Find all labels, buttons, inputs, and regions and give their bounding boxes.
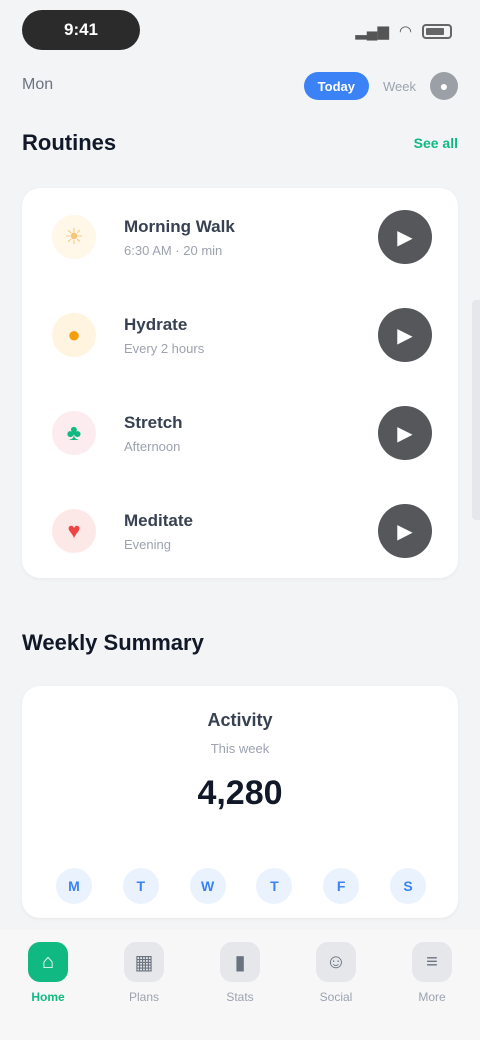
routines-list: ☀ Morning Walk 6:30 AM · 20 min ▶ ● Hydr…	[22, 188, 458, 578]
chart-icon: ▮	[220, 942, 260, 982]
summary-card[interactable]: Activity This week 4,280 M T W T F S	[22, 686, 458, 918]
routines-title: Routines	[22, 130, 117, 155]
tab-plans[interactable]: ▦ Plans	[102, 942, 186, 1040]
tab-bar: ⌂ Home ▦ Plans ▮ Stats ☺ Social ≡ More	[0, 930, 480, 1040]
routines-see-all-link[interactable]: See all	[414, 135, 458, 151]
tab-more[interactable]: ≡ More	[390, 942, 474, 1040]
day-button[interactable]: S	[389, 868, 426, 904]
tab-label: Stats	[226, 990, 254, 1004]
play-button[interactable]: ▶	[378, 406, 432, 460]
home-icon: ⌂	[28, 942, 68, 982]
header-day: Mon	[22, 76, 54, 93]
tab-label: Home	[31, 990, 65, 1004]
tab-label: Plans	[128, 990, 160, 1004]
routine-subtitle: 6:30 AM · 20 min	[124, 242, 223, 258]
play-button[interactable]: ▶	[378, 504, 432, 558]
summary-section-title: Weekly Summary	[22, 630, 204, 655]
day-button[interactable]: W	[189, 868, 226, 904]
segment-today[interactable]: Today	[303, 72, 369, 100]
battery-icon	[422, 23, 452, 39]
day-button[interactable]: M	[56, 868, 92, 904]
menu-icon: ≡	[412, 942, 452, 982]
summary-header: Weekly Summary	[22, 630, 458, 656]
routine-subtitle: Every 2 hours	[124, 340, 205, 356]
header: Mon Today Week ●	[0, 66, 480, 110]
summary-subtitle: This week	[210, 741, 270, 756]
list-item[interactable]: ● Hydrate Every 2 hours ▶	[22, 286, 458, 384]
list-item[interactable]: ♣ Stretch Afternoon ▶	[22, 384, 458, 482]
tab-label: Social	[319, 990, 353, 1004]
summary-title: Activity	[207, 710, 273, 730]
leaf-icon: ♣	[52, 411, 96, 455]
routines-header: Routines See all	[22, 130, 458, 156]
status-icons: ▂▄▆ ◠	[355, 22, 452, 40]
routine-name: Stretch	[124, 412, 183, 432]
routine-name: Hydrate	[124, 314, 188, 334]
list-item[interactable]: ♥ Meditate Evening ▶	[22, 482, 458, 580]
list-item[interactable]: ☀ Morning Walk 6:30 AM · 20 min ▶	[22, 188, 458, 286]
routine-subtitle: Afternoon	[124, 438, 181, 454]
day-row: M T W T F S	[56, 868, 426, 904]
side-scroll-handle[interactable]	[472, 300, 480, 520]
tab-label: More	[418, 990, 446, 1004]
routine-name: Morning Walk	[124, 216, 235, 236]
summary-value: 4,280	[197, 774, 283, 812]
tab-social[interactable]: ☺ Social	[294, 942, 378, 1040]
routine-name: Meditate	[124, 510, 193, 530]
day-button[interactable]: T	[256, 868, 293, 904]
header-controls: Today Week ●	[303, 72, 458, 100]
user-icon[interactable]: ●	[430, 72, 458, 100]
day-button[interactable]: F	[323, 868, 360, 904]
drop-icon: ●	[52, 313, 96, 357]
status-bar: 9:41 ▂▄▆ ◠	[0, 0, 480, 60]
status-time: 9:41	[22, 10, 140, 50]
routine-subtitle: Evening	[124, 536, 171, 552]
signal-icon: ▂▄▆	[355, 23, 389, 40]
heart-icon: ♥	[52, 509, 96, 553]
play-button[interactable]: ▶	[378, 308, 432, 362]
calendar-icon: ▦	[124, 942, 164, 982]
day-button[interactable]: T	[122, 868, 159, 904]
play-button[interactable]: ▶	[378, 210, 432, 264]
segment-week[interactable]: Week	[383, 79, 416, 94]
people-icon: ☺	[316, 942, 356, 982]
tab-stats[interactable]: ▮ Stats	[198, 942, 282, 1040]
tab-home[interactable]: ⌂ Home	[6, 942, 90, 1040]
sun-icon: ☀	[52, 215, 96, 259]
wifi-icon: ◠	[398, 23, 412, 40]
